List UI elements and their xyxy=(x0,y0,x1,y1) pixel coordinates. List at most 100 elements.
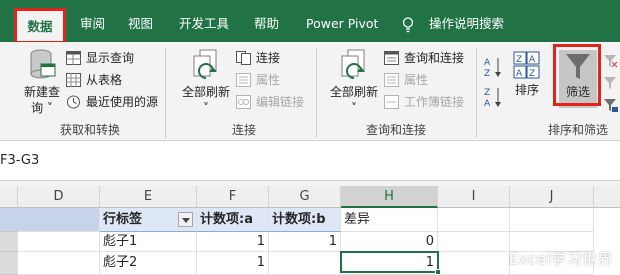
formula-bar: F3-G3 xyxy=(0,141,620,181)
refresh-all-button[interactable]: 全部刷新 ˅ xyxy=(178,48,234,116)
svg-text:A: A xyxy=(529,55,536,65)
svg-text:Z: Z xyxy=(529,69,535,79)
cell-j1[interactable] xyxy=(510,208,594,232)
cell-i2[interactable] xyxy=(438,232,510,252)
watermark: Excel学习世界 xyxy=(508,250,613,268)
ribbon: 新建查 询 ˅ 显示查询 从表格 最近使用的源 获取和转换 全部刷新 ˅ 连接 … xyxy=(0,42,620,141)
select-all-corner[interactable] xyxy=(0,186,18,208)
refresh-all-label: 全部刷新 xyxy=(181,85,230,99)
cell-i1[interactable] xyxy=(438,208,510,232)
svg-text:Z: Z xyxy=(516,55,522,65)
edit-links-button[interactable]: 编辑链接 xyxy=(236,93,304,111)
highlight-box-data-tab xyxy=(14,8,66,44)
properties-label-2: 属性 xyxy=(404,73,429,87)
sort-label: 排序 xyxy=(514,83,539,97)
new-query-label-2: 询 ˅ xyxy=(31,101,53,115)
tab-help[interactable]: 帮助 xyxy=(254,12,279,36)
column-header-i[interactable]: I xyxy=(438,186,510,208)
link-icon xyxy=(236,95,251,109)
column-header-f[interactable]: F xyxy=(197,186,269,208)
filter-dropdown-button[interactable] xyxy=(178,212,193,227)
svg-text:Z: Z xyxy=(484,69,490,78)
sort-dialog-icon: ZAAZ xyxy=(510,50,544,82)
pivot-count-b-header[interactable]: 计数项:b xyxy=(269,208,341,232)
column-header-j[interactable]: J xyxy=(510,186,594,208)
clear-filter-icon[interactable] xyxy=(604,54,618,68)
properties-button-2[interactable]: 属性 xyxy=(384,71,428,89)
highlight-box-filter xyxy=(553,44,601,106)
properties-icon xyxy=(384,73,399,87)
cell-i3[interactable] xyxy=(438,252,510,275)
new-query-label-1: 新建查 xyxy=(23,85,60,99)
workbook-links-label: 工作簿链接 xyxy=(404,95,465,109)
row-label-cell[interactable]: 彪子1 xyxy=(100,232,197,252)
show-queries-button[interactable]: 显示查询 xyxy=(66,49,134,67)
cell-d3[interactable] xyxy=(18,252,100,275)
connections-label: 连接 xyxy=(256,51,281,65)
name-box[interactable]: F3-G3 xyxy=(0,153,39,168)
count-b-cell[interactable] xyxy=(269,252,341,275)
queries-icon xyxy=(384,51,399,65)
workbook-links-button[interactable]: 工作簿链接 xyxy=(384,93,464,111)
svg-text:A: A xyxy=(484,58,491,68)
row-header-3[interactable] xyxy=(0,252,18,275)
grid-icon xyxy=(66,73,81,87)
connections-icon xyxy=(236,51,251,65)
properties-button[interactable]: 属性 xyxy=(236,71,280,89)
tab-developer[interactable]: 开发工具 xyxy=(179,12,229,36)
column-header-d[interactable]: D xyxy=(18,186,100,208)
sort-button[interactable]: ZAAZ 排序 xyxy=(510,50,544,98)
column-header-k[interactable] xyxy=(594,186,620,208)
refresh-all-button-2[interactable]: 全部刷新 ˅ xyxy=(326,48,382,116)
group-separator xyxy=(165,48,166,138)
fill-handle[interactable] xyxy=(435,269,441,275)
svg-text:A: A xyxy=(516,69,523,79)
cell-d2[interactable] xyxy=(18,232,100,252)
group-separator xyxy=(316,48,317,138)
sort-za-icon[interactable]: ZA xyxy=(484,86,504,109)
group-label-connections: 连接 xyxy=(232,123,257,137)
refresh-all-chevron: ˅ xyxy=(203,101,209,115)
group-label-queries-connections: 查询和连接 xyxy=(366,123,427,137)
connections-button[interactable]: 连接 xyxy=(236,49,280,67)
count-a-cell[interactable]: 1 xyxy=(197,252,269,275)
table-icon xyxy=(66,51,81,65)
sort-az-icon[interactable]: AZ xyxy=(484,56,504,79)
recent-sources-button[interactable]: 最近使用的源 xyxy=(66,93,158,111)
workbook-link-icon xyxy=(384,95,399,109)
group-label-get-transform: 获取和转换 xyxy=(60,123,121,137)
from-table-button[interactable]: 从表格 xyxy=(66,71,122,89)
diff-header-cell[interactable]: 差异 xyxy=(341,208,438,232)
count-a-cell[interactable]: 1 xyxy=(197,232,269,252)
queries-connections-label: 查询和连接 xyxy=(404,51,465,65)
queries-connections-button[interactable]: 查询和连接 xyxy=(384,49,464,67)
lightbulb-icon xyxy=(402,17,414,33)
tab-power-pivot[interactable]: Power Pivot xyxy=(306,12,378,36)
row-label-cell[interactable]: 彪子2 xyxy=(100,252,197,275)
cell-d1[interactable] xyxy=(18,208,100,232)
pivot-count-a-header[interactable]: 计数项:a xyxy=(197,208,269,232)
tab-review[interactable]: 审阅 xyxy=(80,12,105,36)
pivot-row-labels-header[interactable]: 行标签 xyxy=(100,208,197,232)
column-header-e[interactable]: E xyxy=(100,186,197,208)
new-query-button[interactable]: 新建查 询 ˅ xyxy=(20,48,64,116)
row-header-2[interactable] xyxy=(0,232,18,252)
diff-cell[interactable]: 0 xyxy=(341,232,438,252)
refresh-icon xyxy=(178,48,234,84)
ribbon-tab-bar: 数据 审阅 视图 开发工具 帮助 Power Pivot 操作说明搜索 xyxy=(0,0,620,42)
edit-links-label: 编辑链接 xyxy=(256,95,305,109)
row-header-1[interactable] xyxy=(0,208,18,232)
recent-sources-label: 最近使用的源 xyxy=(86,95,159,109)
row-labels-text: 行标签 xyxy=(103,212,143,227)
count-b-cell[interactable]: 1 xyxy=(269,232,341,252)
tab-view[interactable]: 视图 xyxy=(128,12,153,36)
reapply-icon[interactable] xyxy=(604,76,618,90)
svg-text:A: A xyxy=(484,99,491,108)
advanced-filter-icon[interactable] xyxy=(604,98,618,112)
from-table-label: 从表格 xyxy=(86,73,123,87)
database-icon xyxy=(20,48,64,84)
tell-me-search[interactable]: 操作说明搜索 xyxy=(429,12,504,36)
group-label-sort-filter: 排序和筛选 xyxy=(548,123,609,137)
column-header-h[interactable]: H xyxy=(341,186,438,208)
column-header-g[interactable]: G xyxy=(269,186,341,208)
